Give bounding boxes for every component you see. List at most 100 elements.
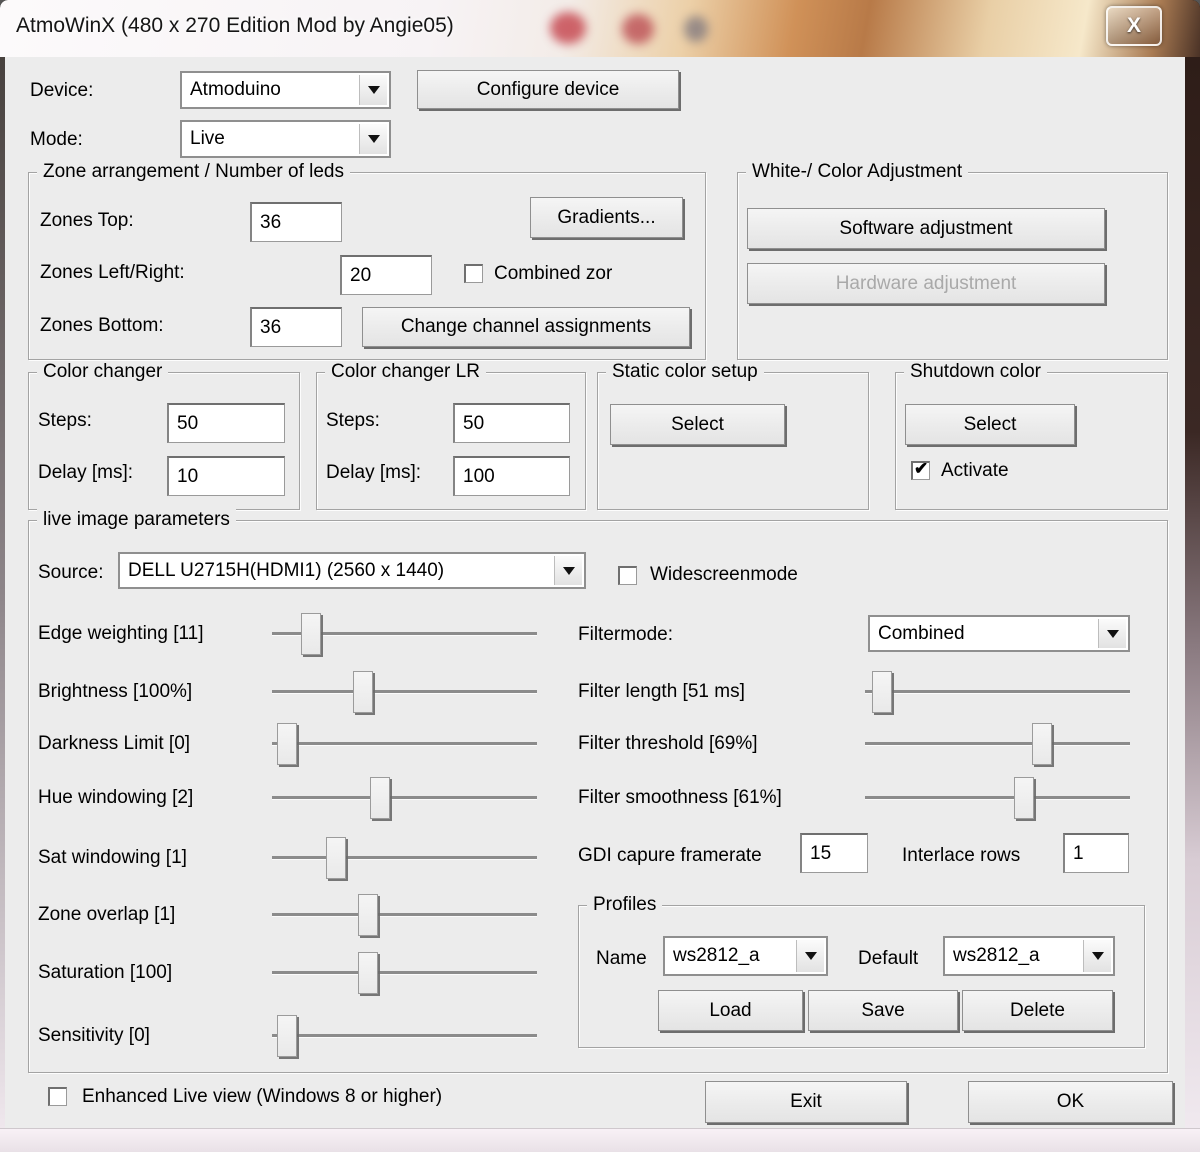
- titlebar[interactable]: AtmoWinX (480 x 270 Edition Mod by Angie…: [0, 0, 1200, 57]
- filter-smoothness-slider[interactable]: [865, 776, 1130, 820]
- zone-arrangement-legend: Zone arrangement / Number of leds: [37, 161, 350, 183]
- load-button[interactable]: Load: [658, 990, 803, 1031]
- chevron-down-icon[interactable]: [554, 556, 582, 585]
- titlebar-background-blob: [684, 16, 708, 42]
- sensitivity-slider[interactable]: [272, 1014, 537, 1058]
- static-color-select-button[interactable]: Select: [610, 404, 785, 445]
- darkness-limit-label: Darkness Limit [0]: [38, 733, 190, 755]
- device-label: Device:: [30, 80, 93, 102]
- brightness-slider[interactable]: [272, 670, 537, 714]
- slider-track: [272, 796, 537, 800]
- sensitivity-label: Sensitivity [0]: [38, 1025, 150, 1047]
- zones-leftright-input[interactable]: 20: [340, 255, 432, 295]
- filtermode-combobox[interactable]: Combined: [868, 615, 1130, 652]
- edge-weighting-label: Edge weighting [11]: [38, 623, 204, 645]
- brightness-label: Brightness [100%]: [38, 681, 192, 703]
- filter-threshold-slider[interactable]: [865, 722, 1130, 766]
- save-button[interactable]: Save: [808, 990, 958, 1031]
- chevron-down-icon[interactable]: [1083, 940, 1111, 972]
- filter-threshold-label: Filter threshold [69%]: [578, 733, 758, 755]
- shutdown-color-legend: Shutdown color: [904, 361, 1047, 383]
- zones-bottom-input[interactable]: 36: [250, 307, 342, 347]
- zones-top-input[interactable]: 36: [250, 202, 342, 242]
- color-changer-legend: Color changer: [37, 361, 168, 383]
- titlebar-background-blob: [622, 14, 654, 44]
- profiles-legend: Profiles: [587, 894, 662, 916]
- slider-thumb[interactable]: [358, 894, 378, 936]
- slider-track: [865, 796, 1130, 800]
- slider-track: [865, 690, 1130, 694]
- slider-track: [272, 1034, 537, 1038]
- delete-button[interactable]: Delete: [962, 990, 1113, 1031]
- slider-track: [272, 913, 537, 917]
- live-image-parameters-legend: live image parameters: [37, 509, 236, 531]
- slider-thumb[interactable]: [872, 671, 892, 713]
- zone-overlap-label: Zone overlap [1]: [38, 904, 175, 926]
- shutdown-color-select-button[interactable]: Select: [905, 404, 1075, 445]
- sat-windowing-label: Sat windowing [1]: [38, 847, 187, 869]
- slider-thumb[interactable]: [277, 1015, 297, 1057]
- software-adjustment-button[interactable]: Software adjustment: [747, 208, 1105, 249]
- color-changer-steps-input[interactable]: 50: [167, 403, 285, 443]
- change-channel-assignments-button[interactable]: Change channel assignments: [362, 307, 690, 347]
- mode-combobox[interactable]: Live: [180, 120, 391, 158]
- gradients-button[interactable]: Gradients...: [530, 197, 683, 238]
- chevron-down-icon[interactable]: [1098, 619, 1126, 648]
- zones-bottom-label: Zones Bottom:: [40, 315, 164, 337]
- hue-windowing-slider[interactable]: [272, 776, 537, 820]
- slider-thumb[interactable]: [326, 837, 346, 879]
- slider-thumb[interactable]: [301, 613, 321, 655]
- color-changer-steps-label: Steps:: [38, 410, 92, 432]
- profile-name-combobox[interactable]: ws2812_a: [663, 936, 828, 976]
- profile-default-label: Default: [858, 948, 918, 970]
- gdi-capture-framerate-label: GDI capure framerate: [578, 845, 762, 867]
- chevron-down-icon[interactable]: [796, 940, 824, 972]
- filter-length-label: Filter length [51 ms]: [578, 681, 745, 703]
- gdi-capture-framerate-input[interactable]: 15: [800, 833, 868, 873]
- mode-label: Mode:: [30, 129, 83, 151]
- activate-checkbox[interactable]: [911, 461, 930, 480]
- zone-overlap-slider[interactable]: [272, 893, 537, 937]
- profile-default-combobox[interactable]: ws2812_a: [943, 936, 1115, 976]
- widescreenmode-checkbox[interactable]: [618, 566, 637, 585]
- filtermode-label: Filtermode:: [578, 624, 673, 646]
- exit-button[interactable]: Exit: [705, 1081, 907, 1123]
- ok-button[interactable]: OK: [968, 1081, 1173, 1123]
- mode-combobox-value: Live: [190, 128, 225, 150]
- device-combobox-value: Atmoduino: [190, 79, 281, 101]
- saturation-slider[interactable]: [272, 951, 537, 995]
- interlace-rows-input[interactable]: 1: [1063, 833, 1129, 873]
- activate-label: Activate: [941, 460, 1009, 482]
- slider-thumb[interactable]: [1014, 777, 1034, 819]
- darkness-limit-slider[interactable]: [272, 722, 537, 766]
- chevron-down-icon[interactable]: [359, 124, 387, 154]
- slider-thumb[interactable]: [277, 723, 297, 765]
- enhanced-live-view-label: Enhanced Live view (Windows 8 or higher): [82, 1086, 442, 1108]
- profile-name-label: Name: [596, 948, 647, 970]
- color-changer-delay-label: Delay [ms]:: [38, 462, 133, 484]
- slider-thumb[interactable]: [353, 671, 373, 713]
- color-changer-delay-input[interactable]: 10: [167, 456, 285, 496]
- static-color-setup-legend: Static color setup: [606, 361, 764, 383]
- device-combobox[interactable]: Atmoduino: [180, 71, 391, 109]
- color-changer-lr-steps-input[interactable]: 50: [453, 403, 570, 443]
- atmowinx-window: AtmoWinX (480 x 270 Edition Mod by Angie…: [0, 0, 1200, 1152]
- chevron-down-icon[interactable]: [359, 75, 387, 105]
- edge-weighting-slider[interactable]: [272, 612, 537, 656]
- color-changer-lr-delay-input[interactable]: 100: [453, 456, 570, 496]
- slider-thumb[interactable]: [1032, 723, 1052, 765]
- enhanced-live-view-checkbox[interactable]: [48, 1087, 67, 1106]
- slider-thumb[interactable]: [370, 777, 390, 819]
- source-combobox[interactable]: DELL U2715H(HDMI1) (2560 x 1440): [118, 552, 586, 589]
- filter-length-slider[interactable]: [865, 670, 1130, 714]
- source-combobox-value: DELL U2715H(HDMI1) (2560 x 1440): [128, 560, 444, 582]
- slider-track: [272, 971, 537, 975]
- configure-device-button[interactable]: Configure device: [417, 70, 679, 109]
- sat-windowing-slider[interactable]: [272, 836, 537, 880]
- close-button[interactable]: X: [1106, 6, 1162, 46]
- slider-track: [272, 690, 537, 694]
- slider-thumb[interactable]: [358, 952, 378, 994]
- saturation-label: Saturation [100]: [38, 962, 172, 984]
- combined-zones-checkbox[interactable]: [464, 264, 483, 283]
- combined-zones-label: Combined zor: [494, 263, 612, 285]
